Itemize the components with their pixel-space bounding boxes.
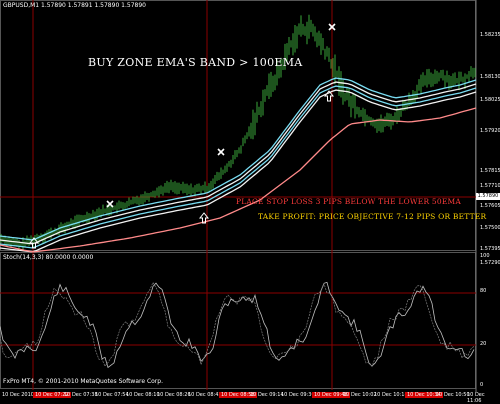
price-tick-label: 1.57500 (480, 225, 500, 231)
time-tick-label: 10 Dec 10:50 (436, 392, 470, 398)
price-tick-label: 1.57710 (480, 183, 500, 189)
time-tick-label: 10 Dec 07:38 (64, 392, 98, 398)
stochastic-signal-line (0, 281, 475, 368)
time-tick-label: 10 Dec 10:18 (374, 392, 408, 398)
stochastic-main-line (0, 281, 475, 369)
time-tick-label: 10 Dec 10:02 (343, 392, 377, 398)
price-tick-label: 1.57815 (480, 168, 500, 174)
time-tick-label: 10 Dec 2010 (2, 392, 34, 398)
oscillator-tick-label: 0 (480, 382, 484, 388)
ema-band-line (0, 89, 477, 253)
time-tick-label: 10 Dec 08:10 (126, 392, 160, 398)
chart-header: GBPUSD,M1 1.57890 1.57891 1.57890 1.5789… (3, 2, 146, 9)
x-marker-icon (217, 148, 225, 156)
price-tick-label: 1.58235 (480, 32, 500, 38)
price-tick-label: 1.57395 (480, 246, 500, 252)
oscillator-tick-label: 100 (480, 253, 490, 259)
current-price-tag: 1.57890 (476, 193, 500, 200)
time-tick-label: 10 Dec 11:06 (467, 392, 485, 404)
take-profit-annotation: TAKE PROFIT: PRICE OBJECTIVE 7-12 PIPS O… (258, 212, 487, 221)
oscillator-border (0, 252, 476, 389)
x-marker-icon (106, 200, 114, 208)
oscillator-tick-label: 80 (480, 288, 487, 294)
price-tick-label: 1.57605 (480, 203, 500, 209)
oscillator-tick-label: 20 (480, 341, 487, 347)
chart-window: GBPUSD,M1 1.57890 1.57891 1.57890 1.5789… (0, 0, 500, 404)
time-tick-label: 10 Dec 07:54 (95, 392, 129, 398)
price-tick-label: 1.57290 (480, 260, 500, 266)
oscillator-header: Stoch(14,3,3) 80.0000 0.0000 (3, 254, 94, 261)
copyright-text: FxPro MT4, © 2001-2010 MetaQuotes Softwa… (3, 378, 163, 385)
price-tick-label: 1.58130 (480, 74, 500, 80)
stop-loss-annotation: PLACE STOP LOSS 3 PIPS BELOW THE LOWER 5… (236, 197, 462, 206)
price-tick-label: 1.57920 (480, 128, 500, 134)
time-tick-label: 10 Dec 08:42 (188, 392, 222, 398)
price-tick-label: 1.58025 (480, 97, 500, 103)
time-tick-label: 10 Dec 08:26 (157, 392, 191, 398)
time-tick-label: 10 Dec 09:14 (250, 392, 284, 398)
buy-zone-annotation: BUY ZONE EMA'S BAND > 100EMA (88, 56, 303, 69)
time-tick-label: 10 Dec 09:30 (281, 392, 315, 398)
